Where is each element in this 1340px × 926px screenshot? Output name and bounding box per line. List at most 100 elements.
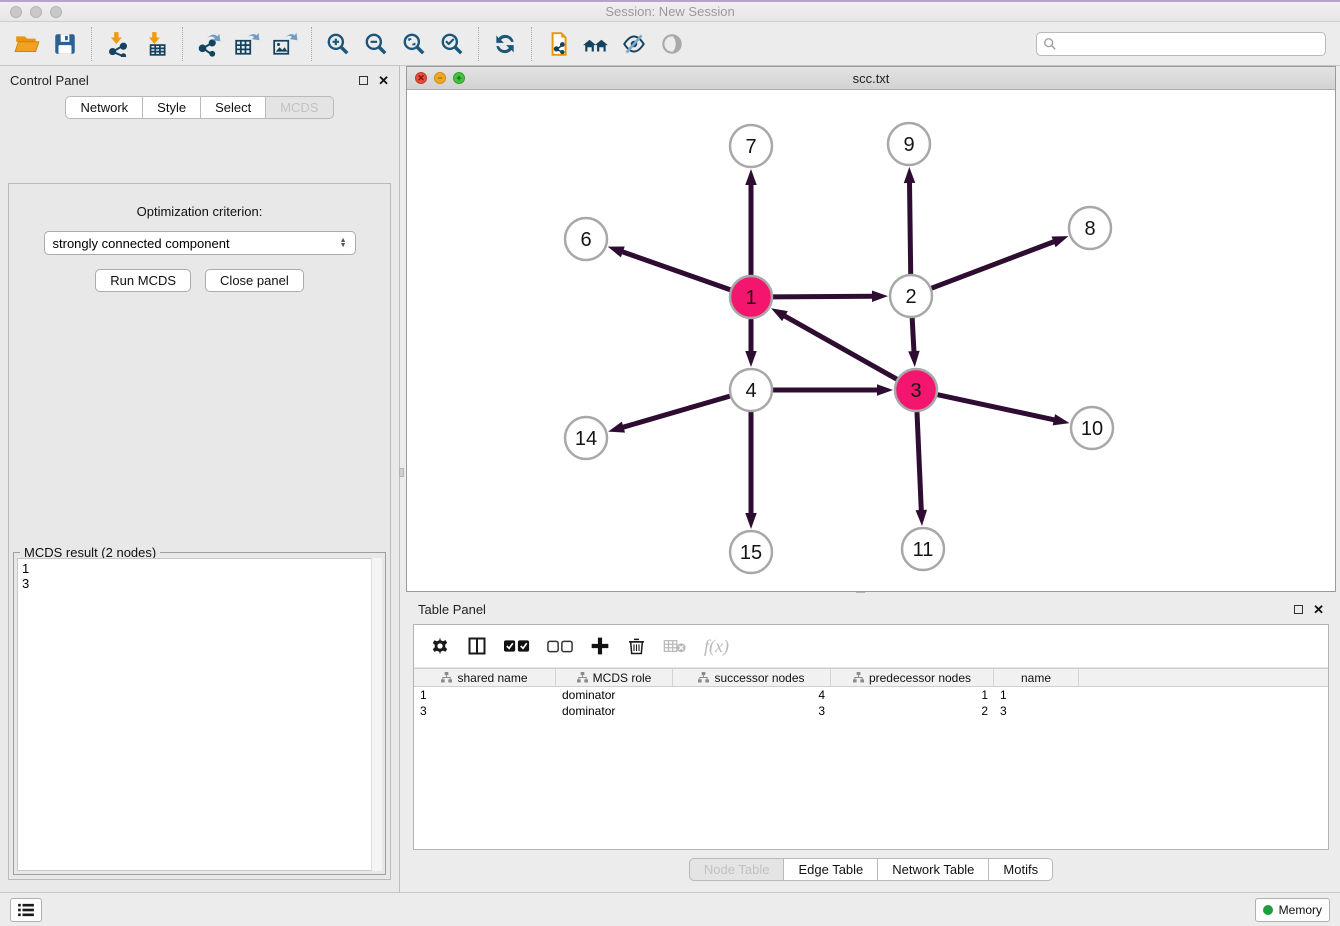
mcds-result-text[interactable]: 1 3 bbox=[17, 558, 382, 871]
cell-successor-nodes[interactable]: 4 bbox=[673, 688, 831, 702]
add-row-icon[interactable] bbox=[590, 636, 610, 656]
cell-successor-nodes[interactable]: 3 bbox=[673, 704, 831, 718]
search-field[interactable] bbox=[1036, 32, 1326, 56]
cell-predecessor-nodes[interactable]: 2 bbox=[831, 704, 994, 718]
criterion-select[interactable]: strongly connected component ▲▼ bbox=[44, 231, 356, 255]
refresh-layout-icon[interactable] bbox=[486, 26, 524, 62]
table-settings-icon[interactable] bbox=[430, 636, 450, 656]
show-style-icon[interactable] bbox=[615, 26, 653, 62]
network-window-title: scc.txt bbox=[407, 71, 1335, 86]
float-table-panel-icon[interactable] bbox=[1294, 605, 1303, 614]
zoom-selected-icon[interactable] bbox=[433, 26, 471, 62]
select-all-checkboxes-icon[interactable] bbox=[504, 639, 530, 653]
panel-splitter-grip[interactable] bbox=[399, 468, 404, 477]
tab-network[interactable]: Network bbox=[65, 96, 143, 119]
tree-icon bbox=[441, 672, 452, 683]
cell-shared-name[interactable]: 3 bbox=[414, 704, 556, 718]
graph-node-3[interactable]: 3 bbox=[895, 369, 937, 411]
graph-node-14[interactable]: 14 bbox=[565, 417, 607, 459]
network-graph[interactable]: 7 9 6 8 1 2 4 3 14 10 15 11 bbox=[407, 90, 1335, 591]
svg-text:6: 6 bbox=[580, 229, 591, 251]
column-header-mcds-role[interactable]: MCDS role bbox=[556, 669, 673, 686]
column-header-successor-nodes[interactable]: successor nodes bbox=[673, 669, 831, 686]
close-network-button[interactable]: ✕ bbox=[415, 72, 427, 84]
list-icon bbox=[18, 903, 34, 917]
table-header: shared name MCDS role successor nodes pr… bbox=[414, 668, 1328, 687]
result-scrollbar[interactable] bbox=[371, 558, 382, 871]
app-titlebar: Session: New Session bbox=[0, 0, 1340, 22]
node-table: f(x) shared name MCDS role successor nod… bbox=[413, 624, 1329, 850]
function-builder-icon[interactable]: f(x) bbox=[704, 636, 729, 657]
graph-node-7[interactable]: 7 bbox=[730, 125, 772, 167]
run-mcds-button[interactable]: Run MCDS bbox=[95, 269, 191, 292]
table-panel: Table Panel ✕ bbox=[406, 596, 1336, 892]
zoom-network-button[interactable]: + bbox=[453, 72, 465, 84]
mcds-result-group: MCDS result (2 nodes) 1 3 bbox=[13, 552, 386, 875]
tab-network-table[interactable]: Network Table bbox=[878, 858, 989, 881]
export-image-icon[interactable] bbox=[266, 26, 304, 62]
control-panel-tabs: Network Style Select MCDS bbox=[0, 96, 399, 119]
toolbar-separator bbox=[478, 27, 479, 61]
show-columns-icon[interactable] bbox=[467, 636, 487, 656]
column-header-predecessor-nodes[interactable]: predecessor nodes bbox=[831, 669, 994, 686]
export-table-icon[interactable] bbox=[228, 26, 266, 62]
minimize-network-button[interactable]: − bbox=[434, 72, 446, 84]
task-history-button[interactable] bbox=[10, 898, 42, 922]
cell-mcds-role[interactable]: dominator bbox=[556, 688, 673, 702]
close-panel-button[interactable]: Close panel bbox=[205, 269, 304, 292]
cell-mcds-role[interactable]: dominator bbox=[556, 704, 673, 718]
cell-predecessor-nodes[interactable]: 1 bbox=[831, 688, 994, 702]
graph-node-8[interactable]: 8 bbox=[1069, 207, 1111, 249]
graph-node-4[interactable]: 4 bbox=[730, 369, 772, 411]
zoom-fit-icon[interactable] bbox=[395, 26, 433, 62]
delete-table-icon[interactable] bbox=[663, 638, 687, 654]
tab-node-table[interactable]: Node Table bbox=[689, 858, 785, 881]
memory-button[interactable]: Memory bbox=[1255, 898, 1330, 922]
first-neighbors-icon[interactable] bbox=[577, 26, 615, 62]
svg-text:15: 15 bbox=[740, 542, 762, 564]
graph-node-15[interactable]: 15 bbox=[730, 531, 772, 573]
save-session-icon[interactable] bbox=[46, 26, 84, 62]
graph-node-9[interactable]: 9 bbox=[888, 123, 930, 165]
cell-name[interactable]: 3 bbox=[994, 704, 1079, 718]
column-header-shared-name[interactable]: shared name bbox=[414, 669, 556, 686]
graph-node-11[interactable]: 11 bbox=[902, 528, 944, 570]
graph-node-1[interactable]: 1 bbox=[730, 276, 772, 318]
svg-text:1: 1 bbox=[745, 287, 756, 309]
graph-node-10[interactable]: 10 bbox=[1071, 407, 1113, 449]
open-file-icon[interactable] bbox=[8, 26, 46, 62]
delete-row-icon[interactable] bbox=[627, 636, 646, 656]
close-table-panel-icon[interactable]: ✕ bbox=[1313, 603, 1324, 616]
svg-text:9: 9 bbox=[903, 134, 914, 156]
column-header-name[interactable]: name bbox=[994, 669, 1079, 686]
zoom-out-icon[interactable] bbox=[357, 26, 395, 62]
toolbar-separator bbox=[182, 27, 183, 61]
tab-select[interactable]: Select bbox=[201, 96, 266, 119]
table-row[interactable]: 3 dominator 3 2 3 bbox=[414, 703, 1328, 719]
tab-style[interactable]: Style bbox=[143, 96, 201, 119]
clear-checkboxes-icon[interactable] bbox=[547, 639, 573, 653]
tab-motifs[interactable]: Motifs bbox=[989, 858, 1053, 881]
clone-network-icon[interactable] bbox=[539, 26, 577, 62]
toggle-view-icon[interactable] bbox=[653, 26, 691, 62]
criterion-selected-value: strongly connected component bbox=[53, 236, 340, 251]
tab-edge-table[interactable]: Edge Table bbox=[784, 858, 878, 881]
table-row[interactable]: 1 dominator 4 1 1 bbox=[414, 687, 1328, 703]
tab-mcds[interactable]: MCDS bbox=[266, 96, 333, 119]
close-panel-icon[interactable]: ✕ bbox=[378, 74, 389, 87]
graph-node-2[interactable]: 2 bbox=[890, 275, 932, 317]
import-table-icon[interactable] bbox=[137, 26, 175, 62]
toolbar-separator bbox=[311, 27, 312, 61]
cell-name[interactable]: 1 bbox=[994, 688, 1079, 702]
export-network-icon[interactable] bbox=[190, 26, 228, 62]
search-input[interactable] bbox=[1062, 37, 1319, 51]
svg-text:7: 7 bbox=[745, 136, 756, 158]
zoom-in-icon[interactable] bbox=[319, 26, 357, 62]
graph-node-6[interactable]: 6 bbox=[565, 218, 607, 260]
tree-icon bbox=[853, 672, 864, 683]
import-network-icon[interactable] bbox=[99, 26, 137, 62]
network-window-titlebar[interactable]: ✕ − + scc.txt bbox=[407, 67, 1335, 90]
cell-shared-name[interactable]: 1 bbox=[414, 688, 556, 702]
control-panel-title: Control Panel bbox=[10, 73, 359, 88]
float-panel-icon[interactable] bbox=[359, 76, 368, 85]
